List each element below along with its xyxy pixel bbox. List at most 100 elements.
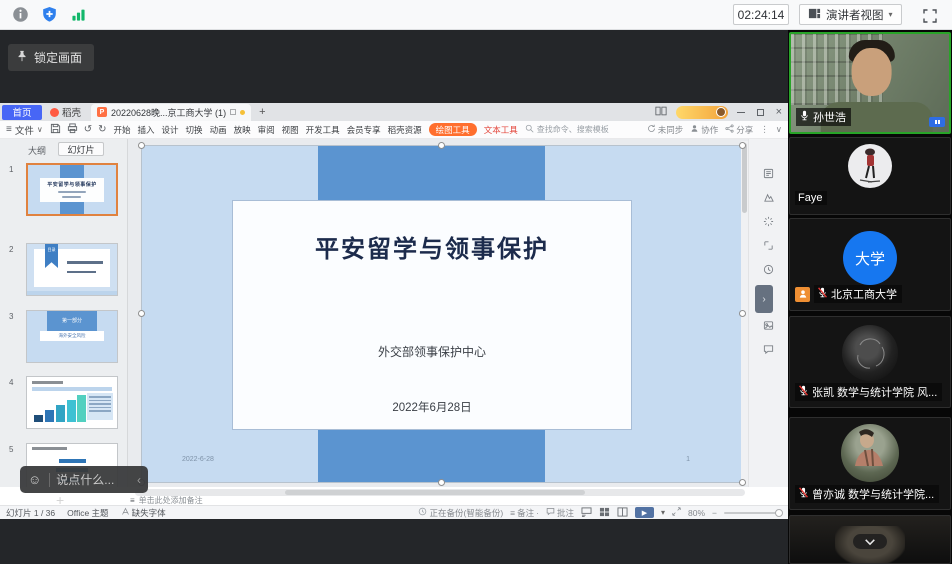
file-menu[interactable]: ≡ 文件 ∨	[6, 123, 43, 137]
ribbon-tab-home[interactable]: 开始	[114, 124, 131, 136]
view-mode-button[interactable]: 演讲者视图 ▾	[799, 4, 902, 25]
new-tab-button[interactable]: +	[259, 106, 265, 118]
fullscreen-button[interactable]	[921, 7, 938, 24]
print-icon[interactable]	[67, 121, 78, 139]
ribbon-tab-design[interactable]: 设计	[162, 124, 179, 136]
sync-status-button[interactable]: 未同步	[647, 124, 684, 136]
slide-sorter-icon[interactable]	[599, 507, 610, 519]
ribbon-tab-member[interactable]: 会员专享	[347, 124, 381, 136]
font-warning[interactable]: 缺失字体	[121, 507, 166, 519]
slide-thumbnail-1[interactable]: 平安留学与领事保护	[26, 163, 118, 216]
chat-collapse-icon[interactable]: ‹	[137, 473, 141, 487]
minimize-button[interactable]	[737, 112, 745, 113]
info-icon[interactable]	[11, 6, 29, 24]
slide-title[interactable]: 平安留学与领事保护	[233, 229, 631, 264]
theme-name[interactable]: Office 主题	[67, 507, 108, 519]
slide-thumbnail-3[interactable]: 第一部分 海外安全风险	[26, 310, 118, 363]
participant-tile[interactable]: Faye	[789, 137, 951, 215]
save-icon[interactable]	[50, 121, 61, 139]
selection-handle[interactable]	[438, 479, 445, 486]
zoom-slider[interactable]	[724, 512, 782, 514]
fit-window-icon[interactable]	[672, 507, 681, 518]
slide-thumbnail-4[interactable]	[26, 376, 118, 429]
normal-view-icon[interactable]	[581, 507, 592, 519]
ribbon-tab-slideshow[interactable]: 放映	[234, 124, 251, 136]
history-panel-icon[interactable]	[762, 263, 775, 276]
ribbon-tab-transition[interactable]: 切换	[186, 124, 203, 136]
ribbon-tab-insert[interactable]: 插入	[138, 124, 155, 136]
slide-text-card[interactable]: 平安留学与领事保护 外交部领事保护中心 2022年6月28日	[232, 200, 632, 430]
tab-pin-icon[interactable]	[230, 109, 236, 115]
interface-switch-icon[interactable]	[655, 103, 667, 121]
redo-icon[interactable]: ↻	[98, 124, 106, 135]
participant-tile[interactable]	[789, 515, 951, 564]
search-icon	[525, 124, 534, 135]
zoom-out-button[interactable]: −	[712, 508, 717, 518]
close-button[interactable]: ×	[776, 106, 782, 118]
lock-view-button[interactable]: 锁定画面	[8, 44, 94, 71]
security-shield-icon[interactable]	[40, 6, 58, 24]
share-button[interactable]: 分享	[725, 124, 753, 136]
selection-handle[interactable]	[138, 310, 145, 317]
selection-handle[interactable]	[739, 479, 746, 486]
ribbon-tab-view[interactable]: 视图	[282, 124, 299, 136]
undo-icon[interactable]: ↺	[84, 124, 92, 135]
text-tools-tab[interactable]: 文本工具	[484, 124, 518, 136]
tab-outline[interactable]: 大纲	[28, 144, 46, 157]
image-panel-icon[interactable]	[762, 319, 775, 332]
network-signal-icon[interactable]	[69, 6, 87, 24]
member-upgrade-button[interactable]	[676, 106, 728, 119]
maximize-button[interactable]	[757, 109, 764, 116]
animation-panel-icon[interactable]	[762, 191, 775, 204]
reading-view-icon[interactable]	[617, 507, 628, 519]
comments-toggle[interactable]: 批注	[546, 507, 574, 519]
participant-tile[interactable]: 大学 北京工商大学	[789, 218, 951, 311]
scroll-more-button[interactable]	[853, 534, 887, 549]
participant-name: 张凯 数学与统计学院 风...	[812, 384, 937, 400]
chat-input-placeholder[interactable]: 说点什么...	[56, 471, 114, 488]
meeting-app-window: 02:24:14 演讲者视图 ▾ 锁定画面 首页	[0, 0, 952, 564]
ribbon-tab-animation[interactable]: 动画	[210, 124, 227, 136]
slide-date[interactable]: 2022年6月28日	[233, 399, 631, 415]
wps-home-button[interactable]: 首页	[2, 105, 42, 120]
participant-tile[interactable]: 孙世浩	[789, 32, 951, 134]
tab-slides[interactable]: 幻灯片	[58, 142, 104, 156]
backup-status[interactable]: 正在备份(智能备份)	[418, 507, 503, 519]
selection-handle[interactable]	[739, 142, 746, 149]
collapse-ribbon-icon[interactable]: ∨	[776, 124, 782, 135]
effects-panel-icon[interactable]	[762, 215, 775, 228]
properties-panel-icon[interactable]	[762, 167, 775, 180]
horizontal-scrollbar[interactable]	[135, 489, 745, 496]
emoji-icon[interactable]: ☺	[28, 472, 41, 487]
zoom-level[interactable]: 80%	[688, 508, 705, 518]
slideshow-play-button[interactable]: ▶	[635, 507, 654, 518]
notes-toggle[interactable]: ≡备注·	[510, 507, 539, 519]
selection-handle[interactable]	[438, 142, 445, 149]
ribbon-tab-devtools[interactable]: 开发工具	[306, 124, 340, 136]
chat-expand-plus[interactable]: +	[56, 492, 64, 508]
slide-thumbnail-2[interactable]: 目录	[26, 243, 118, 296]
selection-handle[interactable]	[739, 310, 746, 317]
wps-document-tab[interactable]: P 20220628晚...京工商大学 (1)	[91, 104, 251, 121]
search-placeholder: 查找命令、搜索模板	[537, 124, 609, 135]
comment-panel-icon[interactable]	[762, 343, 775, 356]
notes-bar[interactable]: ≡ 单击此处添加备注	[130, 496, 203, 505]
slide-subtitle[interactable]: 外交部领事保护中心	[233, 343, 631, 360]
chat-input-bar[interactable]: ☺ 说点什么... ‹	[20, 466, 148, 493]
selection-pane-icon[interactable]	[762, 239, 775, 252]
ribbon-tab-review[interactable]: 审阅	[258, 124, 275, 136]
current-slide[interactable]: 平安留学与领事保护 外交部领事保护中心 2022年6月28日 2022-6-28…	[142, 146, 742, 482]
wps-docer-tab[interactable]: 稻壳	[50, 105, 81, 119]
selection-handle[interactable]	[138, 142, 145, 149]
more-options-icon[interactable]: ⋮	[760, 124, 769, 135]
participant-tile[interactable]: 曾亦诚 数学与统计学院...	[789, 417, 951, 510]
slide-canvas[interactable]: 平安留学与领事保护 外交部领事保护中心 2022年6月28日 2022-6-28…	[128, 139, 748, 487]
command-search[interactable]: 查找命令、搜索模板	[525, 124, 609, 135]
expand-panel-tab[interactable]: ›	[755, 285, 773, 313]
zoom-slider-knob[interactable]	[775, 509, 783, 517]
ribbon-tab-docer[interactable]: 稻壳资源	[388, 124, 422, 136]
draw-tools-tab[interactable]: 绘图工具	[429, 123, 477, 136]
participant-tile[interactable]: 张凯 数学与统计学院 风...	[789, 316, 951, 408]
collaborate-button[interactable]: 协作	[690, 124, 718, 136]
chevron-down-icon[interactable]: ▾	[661, 508, 665, 517]
